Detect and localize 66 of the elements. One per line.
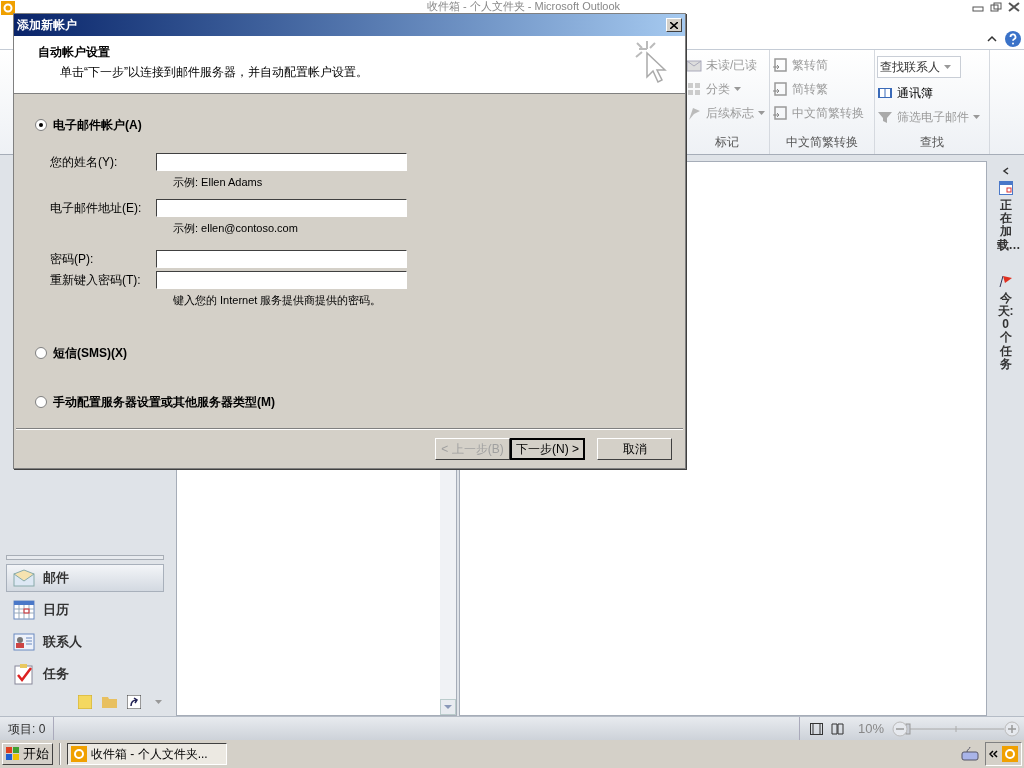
dialog-title: 添加新帐户 [17, 17, 77, 34]
flag-icon [686, 105, 702, 121]
close-icon [670, 21, 678, 29]
input-field[interactable] [156, 153, 407, 171]
input-field[interactable] [156, 198, 407, 217]
account-type-option[interactable]: 短信(SMS)(X) [35, 344, 664, 361]
group-label: 查找 [920, 134, 944, 151]
group-label: 中文简繁转换 [786, 134, 858, 151]
normal-view-icon[interactable] [809, 722, 823, 735]
reading-view-icon[interactable] [830, 722, 844, 735]
field-label: 重新键入密码(T): [50, 272, 142, 289]
expand-icon[interactable] [1001, 167, 1010, 175]
convert-icon [772, 57, 788, 73]
dialog-subtitle: 单击“下一步”以连接到邮件服务器，并自动配置帐户设置。 [59, 64, 368, 81]
ribbon-button[interactable]: 通讯簿 [877, 84, 987, 102]
dialog-button[interactable]: 取消 [597, 438, 672, 460]
nav-item[interactable]: 联系人 [6, 628, 164, 656]
nav-item[interactable]: 任务 [6, 660, 164, 688]
field-hint: 键入您的 Internet 服务提供商提供的密码。 [173, 293, 383, 308]
book-icon [877, 85, 893, 101]
envelope-icon [686, 57, 702, 73]
convert-icon [772, 105, 788, 121]
taskbar-button[interactable]: 收件箱 - 个人文件夹... [67, 743, 227, 765]
window-title: 收件箱 - 个人文件夹 - Microsoft Outlook [426, 0, 621, 12]
calendar-icon [998, 181, 1013, 195]
account-type-option[interactable]: 手动配置服务器设置或其他服务器类型(M) [35, 393, 664, 410]
input-field[interactable] [156, 271, 407, 289]
field-label: 您的姓名(Y): [50, 154, 119, 171]
cursor-click-icon [633, 39, 669, 85]
start-button[interactable]: 开始 [2, 743, 53, 765]
field-hint: 示例: ellen@contoso.com [173, 220, 299, 236]
dialog-button[interactable]: 下一步(N) > [510, 438, 585, 460]
collapse-ribbon-icon[interactable] [987, 34, 997, 43]
restore-icon[interactable] [990, 2, 1002, 12]
radio-button[interactable] [35, 119, 47, 131]
nav-item[interactable]: 邮件 [6, 564, 164, 592]
windows-logo-icon [6, 747, 20, 761]
field-hint: 示例: Ellen Adams [173, 175, 264, 190]
clipboard-check-icon [13, 663, 35, 685]
field-label: 电子邮件地址(E): [50, 199, 143, 217]
search-contacts-field[interactable]: 查找联系人 [877, 56, 961, 78]
contact-card-icon [13, 633, 35, 651]
account-type-option[interactable]: 电子邮件帐户(A) [35, 117, 664, 133]
dialog-heading: 自动帐户设置 [38, 44, 111, 61]
nav-item[interactable]: 日历 [6, 596, 164, 624]
zoom-level: 10% [857, 719, 884, 738]
radio-button[interactable] [35, 346, 47, 359]
group-label: 标记 [714, 134, 739, 151]
close-icon[interactable] [1008, 2, 1020, 12]
radio-button[interactable] [35, 395, 47, 408]
flag-icon [998, 273, 1013, 288]
keyboard-icon[interactable] [961, 747, 979, 761]
more-caret-icon [155, 700, 162, 704]
field-label: 密码(P): [50, 251, 95, 268]
convert-icon [772, 81, 788, 97]
app-logo-icon [71, 746, 87, 762]
input-field[interactable] [156, 250, 407, 268]
double-chevron-icon[interactable] [989, 750, 998, 758]
todo-bar-label: 今天:0 个任务 [996, 291, 1015, 371]
calendar-icon [13, 600, 35, 620]
help-icon[interactable] [1005, 30, 1021, 47]
filter-icon [877, 109, 893, 125]
shortcut-icon[interactable] [127, 695, 141, 709]
close-button[interactable] [666, 18, 682, 32]
envelope-icon [13, 569, 35, 587]
zoom-slider[interactable] [892, 720, 1020, 737]
